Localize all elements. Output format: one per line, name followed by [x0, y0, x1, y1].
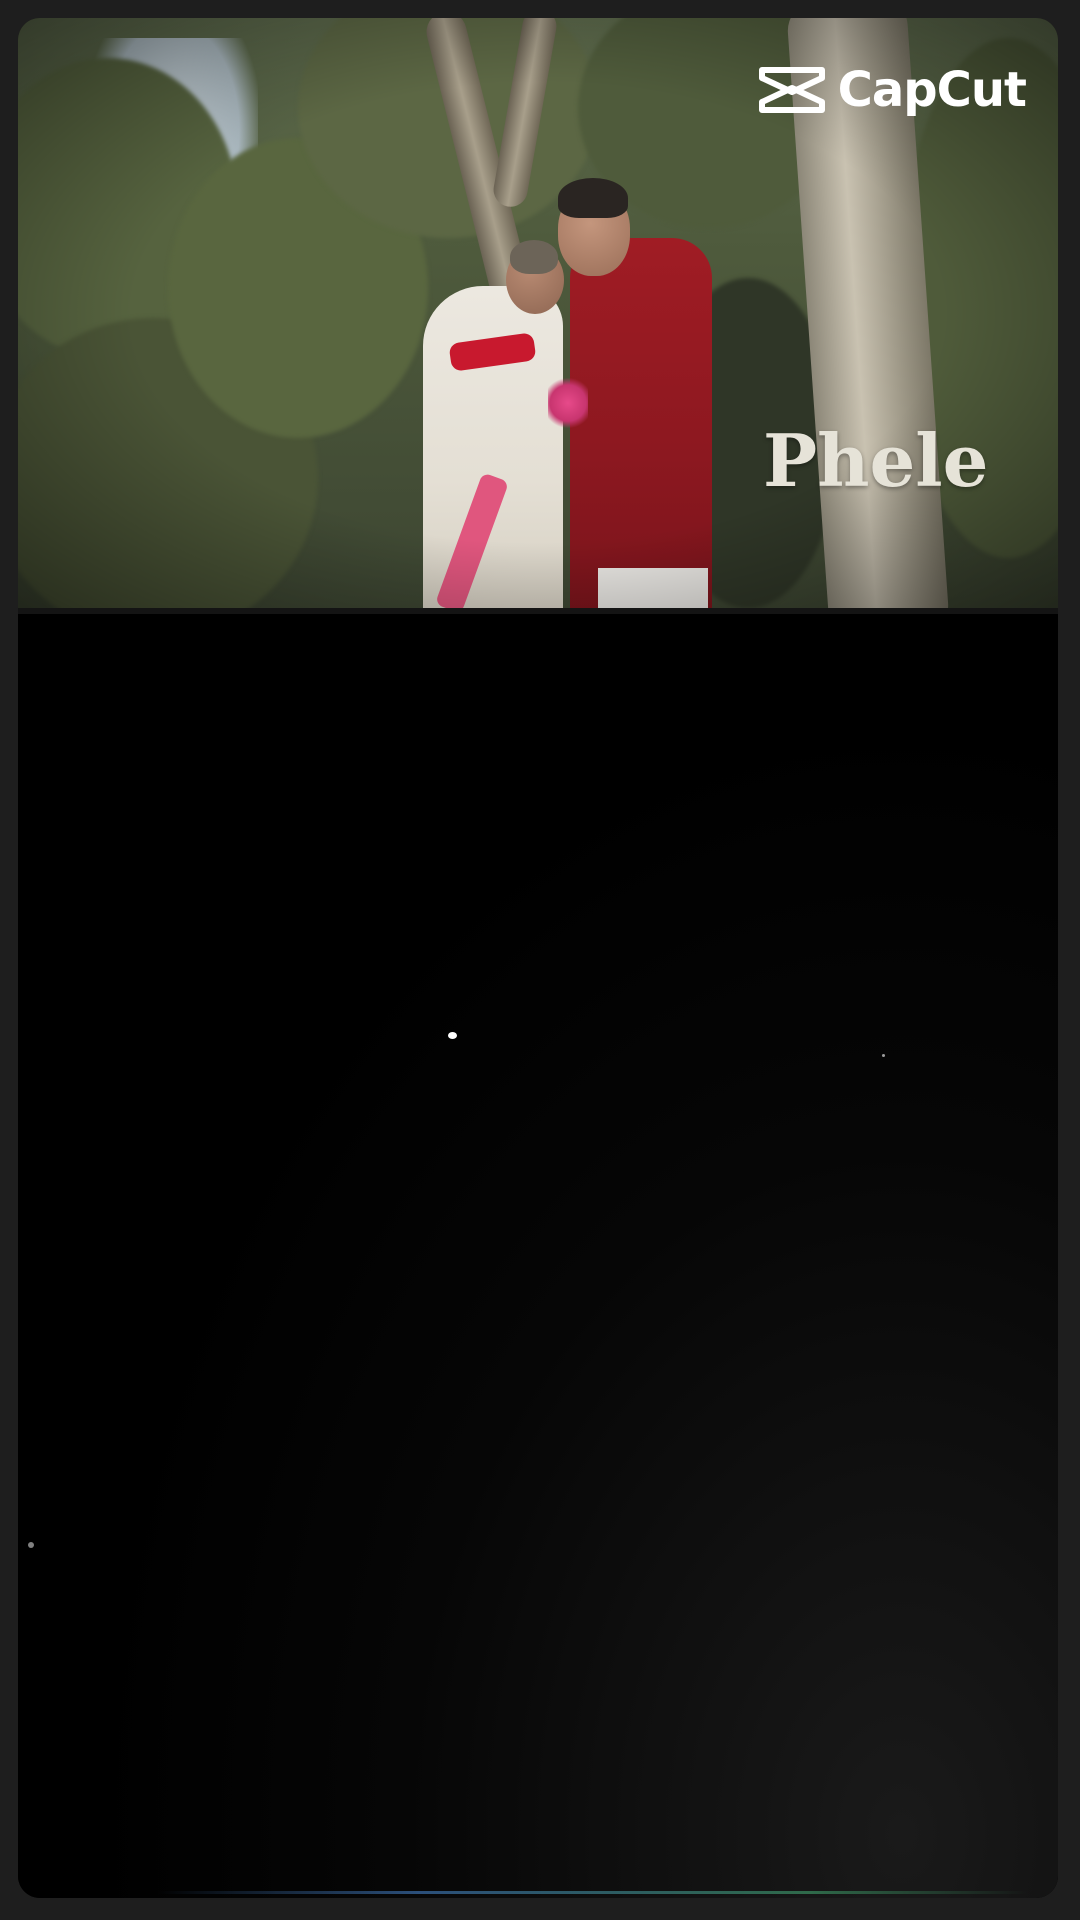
flower-bouquet [548, 373, 588, 433]
woman-hair [510, 240, 558, 274]
capcut-brand-text: CapCut [837, 62, 1027, 118]
video-frame-photo: CapCut Phele [18, 18, 1058, 608]
video-player[interactable]: CapCut Phele [18, 18, 1058, 1898]
woman-saree [423, 286, 563, 608]
lyric-overlay-text: Phele [763, 418, 989, 503]
dust-speck [28, 1542, 34, 1548]
man-hair [558, 178, 628, 218]
playback-progress-line [158, 1891, 1028, 1894]
man-kurta [570, 238, 712, 608]
capcut-watermark: CapCut [758, 62, 1027, 118]
dust-speck [882, 1054, 885, 1057]
device-frame: CapCut Phele [0, 0, 1080, 1920]
capcut-logo-icon [758, 67, 825, 113]
man-pajama [598, 568, 708, 608]
black-background [18, 614, 1058, 1898]
dust-speck [448, 1032, 457, 1039]
